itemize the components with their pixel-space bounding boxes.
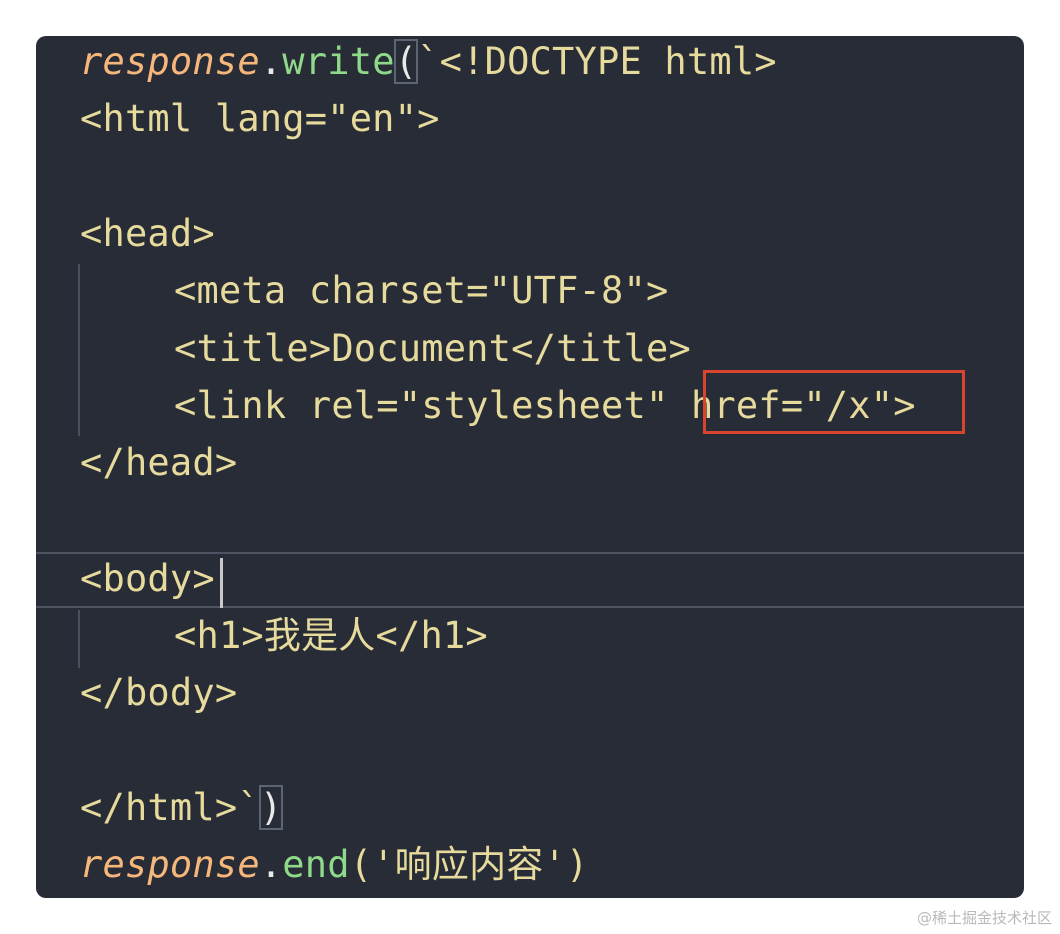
close-paren-match: ) (258, 785, 284, 830)
template-start: `<!DOCTYPE html> (417, 40, 777, 83)
code-line-10[interactable]: <body> (80, 550, 215, 607)
code-line-11[interactable]: <h1>我是人</h1> (80, 607, 488, 664)
code-line-2[interactable]: <html lang="en"> (80, 90, 440, 147)
response-object: response (80, 843, 260, 886)
code-line-5[interactable]: <meta charset="UTF-8"> (80, 262, 668, 319)
open-paren-match: ( (393, 39, 419, 84)
href-highlight-box (703, 370, 965, 434)
end-method: end (282, 843, 350, 886)
write-method: write (282, 40, 395, 83)
dot-operator: . (259, 40, 283, 83)
code-line-12[interactable]: </body> (80, 664, 237, 721)
watermark: @稀土掘金技术社区 (916, 909, 1052, 927)
code-line-15[interactable]: response.end('响应内容') (80, 836, 588, 893)
dot-operator: . (259, 843, 283, 886)
code-line-14[interactable]: </html>`) (80, 779, 284, 836)
code-line-4[interactable]: <head> (80, 205, 215, 262)
code-line-6[interactable]: <title>Document</title> (80, 320, 691, 377)
html-close-template-end: </html>` (80, 786, 260, 829)
end-arguments: ('响应内容') (349, 843, 589, 886)
code-line-1[interactable]: response.write(`<!DOCTYPE html> (80, 36, 777, 90)
code-line-8[interactable]: </head> (80, 434, 237, 491)
response-object: response (80, 40, 260, 83)
code-editor: response.write(`<!DOCTYPE html> <html la… (36, 36, 1024, 898)
link-tag-start: <link rel="stylesheet" (174, 384, 691, 427)
text-cursor (220, 558, 223, 608)
